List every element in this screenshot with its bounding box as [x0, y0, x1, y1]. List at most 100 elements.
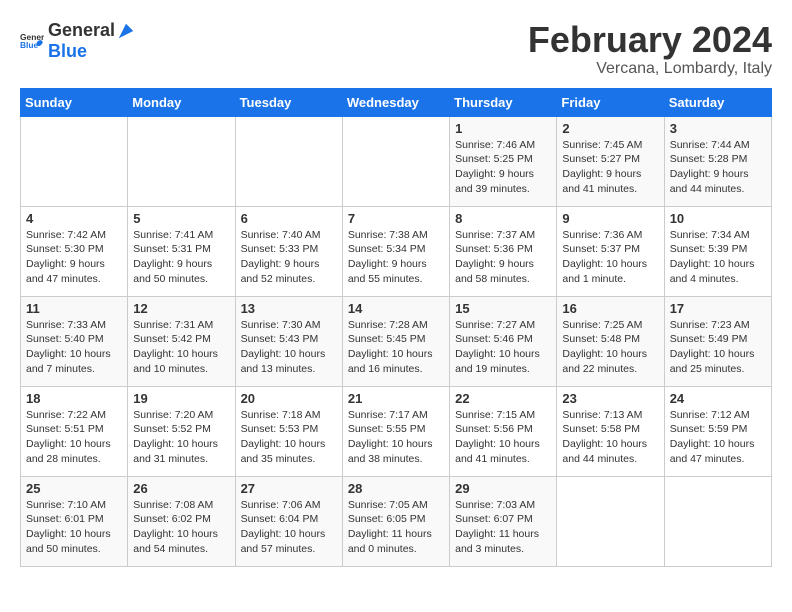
calendar-cell: 9Sunrise: 7:36 AM Sunset: 5:37 PM Daylig…: [557, 206, 664, 296]
week-row-3: 11 Sunrise: 7:33 AM Sunset: 5:40 PM Dayli…: [21, 296, 772, 386]
day-info: Sunrise: 7:25 AM Sunset: 5:48 PM Dayligh…: [562, 318, 658, 377]
day-number: 10: [670, 211, 766, 226]
day-info: Sunrise: 7:30 AM Sunset: 5:43 PM Dayligh…: [241, 318, 337, 377]
day-info: Sunrise: 7:41 AM Sunset: 5:31 PM Dayligh…: [133, 228, 229, 287]
calendar-cell: 25 Sunrise: 7:10 AM Sunset: 6:01 PM Dayli…: [21, 476, 128, 566]
svg-text:Blue: Blue: [20, 40, 39, 50]
day-number: 17: [670, 301, 766, 316]
day-number: 11: [26, 301, 122, 316]
calendar-cell: 12 Sunrise: 7:31 AM Sunset: 5:42 PM Dayli…: [128, 296, 235, 386]
day-info: Sunrise: 7:22 AM Sunset: 5:51 PM Dayligh…: [26, 408, 122, 467]
calendar-body: 1 Sunrise: 7:46 AM Sunset: 5:25 PM Daylig…: [21, 116, 772, 566]
calendar-cell: 5 Sunrise: 7:41 AM Sunset: 5:31 PM Daylig…: [128, 206, 235, 296]
day-number: 23: [562, 391, 658, 406]
calendar-table: SundayMondayTuesdayWednesdayThursdayFrid…: [20, 88, 772, 567]
day-info: Sunrise: 7:08 AM Sunset: 6:02 PM Dayligh…: [133, 498, 229, 557]
day-number: 26: [133, 481, 229, 496]
day-number: 13: [241, 301, 337, 316]
day-info: Sunrise: 7:33 AM Sunset: 5:40 PM Dayligh…: [26, 318, 122, 377]
title-area: February 2024 Vercana, Lombardy, Italy: [528, 20, 772, 78]
day-info: Sunrise: 7:06 AM Sunset: 6:04 PM Dayligh…: [241, 498, 337, 557]
calendar-cell: 10 Sunrise: 7:34 AM Sunset: 5:39 PM Dayli…: [664, 206, 771, 296]
logo-blue-text: Blue: [48, 41, 87, 61]
day-number: 21: [348, 391, 444, 406]
day-number: 25: [26, 481, 122, 496]
day-info: Sunrise: 7:38 AM Sunset: 5:34 PM Dayligh…: [348, 228, 444, 287]
week-row-5: 25 Sunrise: 7:10 AM Sunset: 6:01 PM Dayli…: [21, 476, 772, 566]
calendar-cell: 8 Sunrise: 7:37 AM Sunset: 5:36 PM Daylig…: [450, 206, 557, 296]
day-info: Sunrise: 7:03 AM Sunset: 6:07 PM Dayligh…: [455, 498, 551, 557]
day-number: 15: [455, 301, 551, 316]
header: General Blue General Blue February 2024 …: [20, 20, 772, 78]
calendar-cell: 1 Sunrise: 7:46 AM Sunset: 5:25 PM Daylig…: [450, 116, 557, 206]
day-info: Sunrise: 7:46 AM Sunset: 5:25 PM Dayligh…: [455, 138, 551, 197]
calendar-cell: 16 Sunrise: 7:25 AM Sunset: 5:48 PM Dayli…: [557, 296, 664, 386]
day-info: Sunrise: 7:42 AM Sunset: 5:30 PM Dayligh…: [26, 228, 122, 287]
day-number: 8: [455, 211, 551, 226]
calendar-cell: 24 Sunrise: 7:12 AM Sunset: 5:59 PM Dayli…: [664, 386, 771, 476]
weekday-header-thursday: Thursday: [450, 88, 557, 116]
day-number: 22: [455, 391, 551, 406]
day-info: Sunrise: 7:37 AM Sunset: 5:36 PM Dayligh…: [455, 228, 551, 287]
calendar-cell: 2 Sunrise: 7:45 AM Sunset: 5:27 PM Daylig…: [557, 116, 664, 206]
week-row-1: 1 Sunrise: 7:46 AM Sunset: 5:25 PM Daylig…: [21, 116, 772, 206]
day-number: 4: [26, 211, 122, 226]
day-number: 29: [455, 481, 551, 496]
day-info: Sunrise: 7:34 AM Sunset: 5:39 PM Dayligh…: [670, 228, 766, 287]
day-number: 20: [241, 391, 337, 406]
day-number: 2: [562, 121, 658, 136]
calendar-cell: 11 Sunrise: 7:33 AM Sunset: 5:40 PM Dayli…: [21, 296, 128, 386]
month-title: February 2024: [528, 20, 772, 60]
calendar-cell: 4 Sunrise: 7:42 AM Sunset: 5:30 PM Daylig…: [21, 206, 128, 296]
day-info: Sunrise: 7:05 AM Sunset: 6:05 PM Dayligh…: [348, 498, 444, 557]
day-number: 18: [26, 391, 122, 406]
calendar-cell: [128, 116, 235, 206]
day-number: 19: [133, 391, 229, 406]
day-number: 27: [241, 481, 337, 496]
day-info: Sunrise: 7:28 AM Sunset: 5:45 PM Dayligh…: [348, 318, 444, 377]
calendar-cell: 18 Sunrise: 7:22 AM Sunset: 5:51 PM Dayli…: [21, 386, 128, 476]
calendar-cell: 20Sunrise: 7:18 AM Sunset: 5:53 PM Dayli…: [235, 386, 342, 476]
weekday-header-monday: Monday: [128, 88, 235, 116]
calendar-cell: 26 Sunrise: 7:08 AM Sunset: 6:02 PM Dayli…: [128, 476, 235, 566]
calendar-cell: [557, 476, 664, 566]
day-info: Sunrise: 7:45 AM Sunset: 5:27 PM Dayligh…: [562, 138, 658, 197]
weekday-header-row: SundayMondayTuesdayWednesdayThursdayFrid…: [21, 88, 772, 116]
day-info: Sunrise: 7:44 AM Sunset: 5:28 PM Dayligh…: [670, 138, 766, 197]
day-number: 5: [133, 211, 229, 226]
calendar-cell: 28 Sunrise: 7:05 AM Sunset: 6:05 PM Dayli…: [342, 476, 449, 566]
location-title: Vercana, Lombardy, Italy: [528, 60, 772, 78]
weekday-header-tuesday: Tuesday: [235, 88, 342, 116]
logo: General Blue General Blue: [20, 20, 135, 62]
calendar-cell: [235, 116, 342, 206]
day-info: Sunrise: 7:20 AM Sunset: 5:52 PM Dayligh…: [133, 408, 229, 467]
calendar-cell: 23Sunrise: 7:13 AM Sunset: 5:58 PM Dayli…: [557, 386, 664, 476]
weekday-header-friday: Friday: [557, 88, 664, 116]
week-row-2: 4 Sunrise: 7:42 AM Sunset: 5:30 PM Daylig…: [21, 206, 772, 296]
logo-triangle-icon: [117, 22, 135, 40]
day-info: Sunrise: 7:12 AM Sunset: 5:59 PM Dayligh…: [670, 408, 766, 467]
day-number: 28: [348, 481, 444, 496]
day-info: Sunrise: 7:31 AM Sunset: 5:42 PM Dayligh…: [133, 318, 229, 377]
day-number: 12: [133, 301, 229, 316]
calendar-cell: 14Sunrise: 7:28 AM Sunset: 5:45 PM Dayli…: [342, 296, 449, 386]
calendar-cell: 15Sunrise: 7:27 AM Sunset: 5:46 PM Dayli…: [450, 296, 557, 386]
day-number: 9: [562, 211, 658, 226]
calendar-cell: 27 Sunrise: 7:06 AM Sunset: 6:04 PM Dayli…: [235, 476, 342, 566]
calendar-cell: 17Sunrise: 7:23 AM Sunset: 5:49 PM Dayli…: [664, 296, 771, 386]
day-info: Sunrise: 7:15 AM Sunset: 5:56 PM Dayligh…: [455, 408, 551, 467]
calendar-cell: 29 Sunrise: 7:03 AM Sunset: 6:07 PM Dayli…: [450, 476, 557, 566]
weekday-header-wednesday: Wednesday: [342, 88, 449, 116]
day-number: 3: [670, 121, 766, 136]
day-info: Sunrise: 7:10 AM Sunset: 6:01 PM Dayligh…: [26, 498, 122, 557]
day-number: 7: [348, 211, 444, 226]
calendar-cell: 6Sunrise: 7:40 AM Sunset: 5:33 PM Daylig…: [235, 206, 342, 296]
day-number: 16: [562, 301, 658, 316]
day-number: 1: [455, 121, 551, 136]
calendar-cell: 19 Sunrise: 7:20 AM Sunset: 5:52 PM Dayli…: [128, 386, 235, 476]
logo-general-text: General: [48, 20, 115, 41]
calendar-cell: 22 Sunrise: 7:15 AM Sunset: 5:56 PM Dayli…: [450, 386, 557, 476]
logo-icon: General Blue: [20, 29, 44, 53]
weekday-header-sunday: Sunday: [21, 88, 128, 116]
day-number: 24: [670, 391, 766, 406]
